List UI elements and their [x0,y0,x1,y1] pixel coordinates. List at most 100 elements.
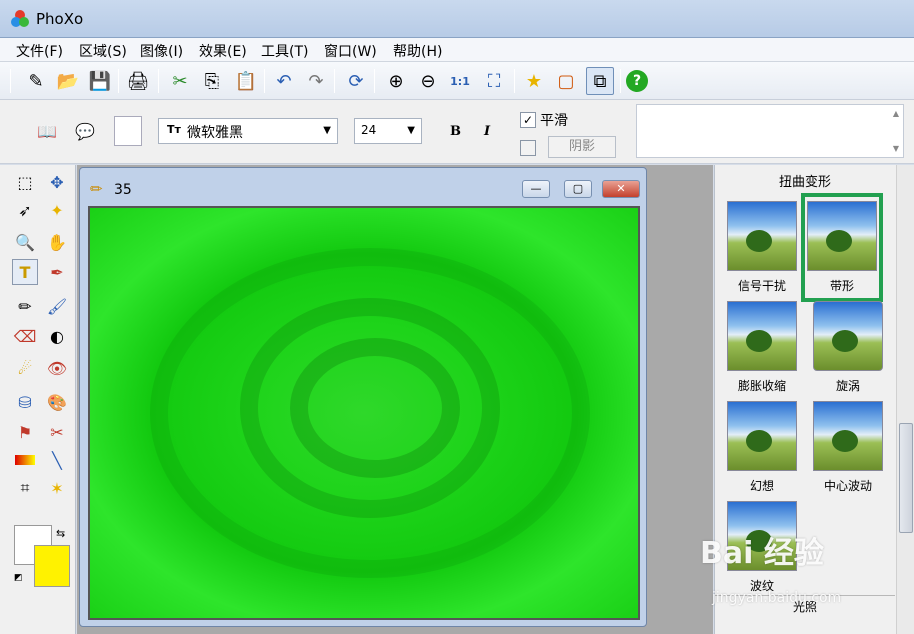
zoom-out-icon[interactable]: ⊖ [414,67,442,95]
menu-help[interactable]: 帮助(H) [393,41,442,61]
effect-swirl[interactable]: 旋涡 [811,301,885,394]
toolbar-separator [334,69,335,93]
star-icon[interactable]: ★ [520,67,548,95]
reset-colors-icon[interactable]: ◩ [14,573,23,583]
effect-thumbnail [807,201,877,271]
open-folder-icon[interactable]: 📂 [54,67,82,95]
rect-select-icon[interactable]: ⬚ [12,169,38,195]
italic-button[interactable]: I [484,124,490,139]
effect-fantasy[interactable]: 幻想 [725,401,799,494]
contrast-icon[interactable]: ◐ [44,323,70,349]
scroll-up-icon[interactable]: ▲ [893,109,899,118]
actual-size-icon[interactable]: 1:1 [446,67,474,95]
menu-tools[interactable]: 工具(T) [261,41,308,61]
effects-category-header: 扭曲变形 [778,175,831,190]
stamp-icon[interactable]: ⚑ [12,419,38,445]
close-button[interactable]: ✕ [602,180,640,198]
shadow-button[interactable]: 阴影 [548,136,616,158]
text-options-bar: 📖 💬 Tт 微软雅黑 ▼ 24 ▼ B I ✓ 平滑 阴影 ▲ ▼ [0,100,914,164]
cut-icon[interactable]: ✂ [166,67,194,95]
menu-file[interactable]: 文件(F) [16,41,63,61]
menu-image[interactable]: 图像(I) [140,41,183,61]
effect-bulge-pinch[interactable]: 膨胀收缩 [725,301,799,394]
font-size-value: 24 [361,123,377,137]
shape-star-icon[interactable]: ✶ [44,475,70,501]
red-eye-icon[interactable]: 👁 [44,355,70,381]
shadow-checkbox[interactable] [520,140,536,156]
help-icon[interactable]: ? [626,70,648,92]
background-color-swatch[interactable] [34,545,70,587]
magic-wand-icon[interactable]: ✦ [44,197,70,223]
zoom-in-icon[interactable]: ⊕ [382,67,410,95]
effects-scrollbar[interactable] [896,165,914,634]
eraser-icon[interactable]: ⌫ [12,323,38,349]
frame-icon[interactable]: ▢ [552,67,580,95]
menu-effects[interactable]: 效果(E) [199,41,247,61]
text-input-area[interactable]: ▲ ▼ [636,104,904,158]
font-select-value: 微软雅黑 [187,125,243,141]
toolbar-separator [374,69,375,93]
refresh-icon[interactable]: ⟳ [342,67,370,95]
new-file-icon[interactable]: ✎ [22,67,50,95]
toolbar-separator [620,69,621,93]
smooth-checkbox[interactable]: ✓ [520,112,536,128]
copy-icon[interactable]: ⎘ [198,67,226,95]
effect-thumbnail [813,301,883,371]
save-icon[interactable]: 💾 [86,67,114,95]
menu-window[interactable]: 窗口(W) [324,41,377,61]
hand-icon[interactable]: ✋ [44,229,70,255]
swap-colors-icon[interactable]: ⇆ [56,527,65,540]
toolbar-separator [118,69,119,93]
scissors-icon[interactable]: ✂ [44,419,70,445]
font-size-select[interactable]: 24 ▼ [354,118,422,144]
effect-signal-interference[interactable]: 信号干扰 [725,201,799,294]
speech-bubble-icon[interactable]: 💬 [72,118,98,144]
move-icon[interactable]: ✥ [44,169,70,195]
fill-bucket-icon[interactable]: ⛁ [12,389,38,415]
font-type-icon: Tт [167,123,181,136]
gradient-icon[interactable] [12,447,38,473]
baidu-watermark-url: jingyan.baidu.com [712,590,842,606]
layers-icon[interactable]: ⧉ [586,67,614,95]
font-select[interactable]: Tт 微软雅黑 ▼ [158,118,338,144]
zoom-tool-icon[interactable]: 🔍 [12,229,38,255]
effect-band[interactable]: 带形 [801,193,883,302]
menu-region[interactable]: 区域(S) [79,41,127,61]
effect-center-wave[interactable]: 中心波动 [811,401,885,494]
baidu-watermark: Bai 经验 [700,536,824,571]
paint-icon[interactable]: 🎨 [44,389,70,415]
crop-icon[interactable]: ⌗ [12,475,38,501]
undo-icon[interactable]: ↶ [270,67,298,95]
app-title: PhoXo [36,10,84,28]
scroll-down-icon[interactable]: ▼ [893,144,899,153]
chevron-down-icon: ▼ [323,125,331,136]
toolbar-separator [264,69,265,93]
text-color-swatch[interactable] [114,116,142,146]
text-tool-icon[interactable]: T [12,259,38,285]
line-icon[interactable]: ╲ [44,447,70,473]
book-icon[interactable]: 📖 [34,118,60,144]
image-window: ✏ 35 — ▢ ✕ [79,167,647,627]
fit-window-icon[interactable]: ⛶ [480,67,508,95]
redo-icon[interactable]: ↷ [302,67,330,95]
brush-icon[interactable]: 🖌 [44,293,70,319]
paste-icon[interactable]: 📋 [232,67,260,95]
print-icon[interactable]: 🖨 [124,67,152,95]
effect-label: 中心波动 [823,479,872,493]
main-toolbar: ✎ 📂 💾 🖨 ✂ ⎘ 📋 ↶ ↷ ⟳ ⊕ ⊖ 1:1 ⛶ ★ ▢ ⧉ ? [0,62,914,100]
bold-button[interactable]: B [450,124,461,139]
effect-thumbnail [727,401,797,471]
eyedropper-icon[interactable]: ✒ [44,259,70,285]
title-bar: PhoXo [0,0,914,38]
image-canvas[interactable] [88,206,640,620]
minimize-button[interactable]: — [522,180,550,198]
effect-thumbnail [727,201,797,271]
lasso-icon[interactable]: ➶ [12,197,38,223]
toolbar-separator [514,69,515,93]
menu-bar: 文件(F) 区域(S) 图像(I) 效果(E) 工具(T) 窗口(W) 帮助(H… [0,38,914,62]
maximize-button[interactable]: ▢ [564,180,592,198]
scroll-thumb[interactable] [899,423,913,533]
pen-icon[interactable]: ✏ [12,293,38,319]
effect-label: 带形 [829,279,854,293]
smudge-icon[interactable]: ☄ [12,355,38,381]
